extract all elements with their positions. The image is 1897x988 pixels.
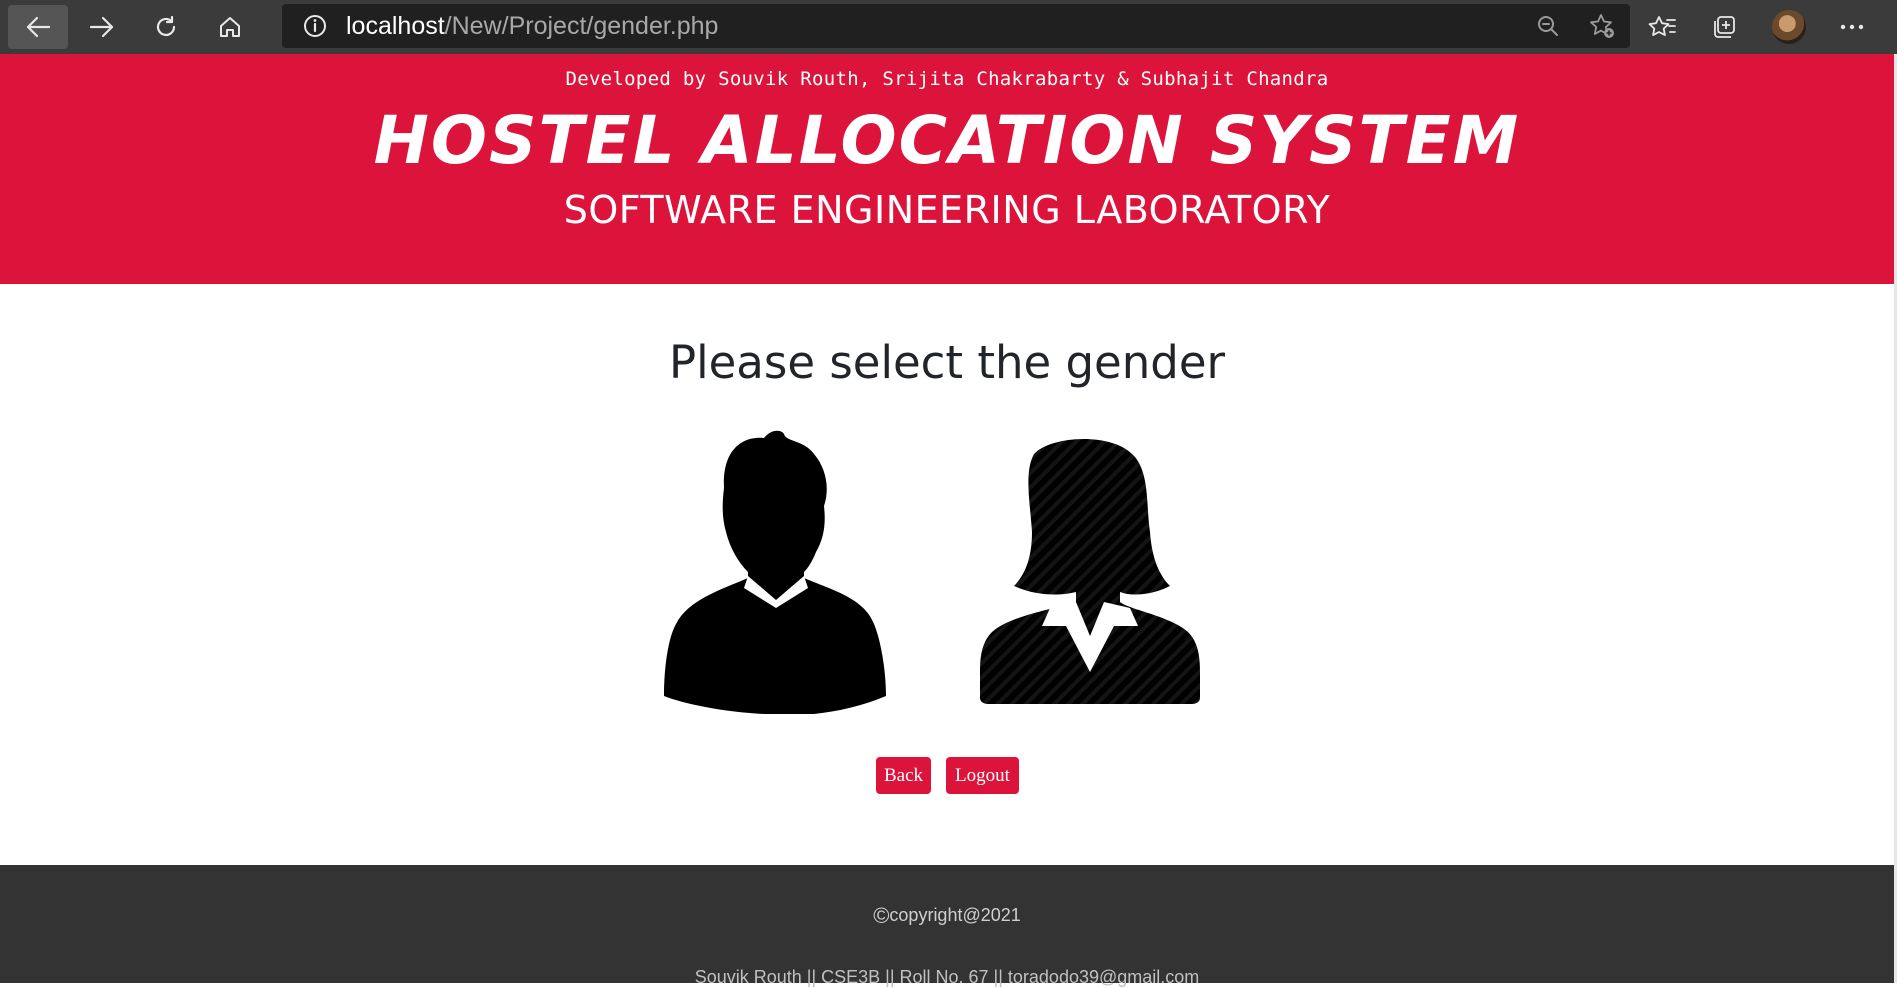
zoom-out-icon[interactable] [1536,14,1560,38]
forward-arrow-icon [89,16,114,38]
back-navigation-button[interactable] [8,5,68,49]
refresh-button[interactable] [136,5,196,49]
site-footer: ©copyright@2021 Souvik Routh || CSE3B ||… [0,865,1894,987]
forward-navigation-button[interactable] [72,5,132,49]
address-bar[interactable]: localhost/New/Project/gender.php [282,4,1630,48]
site-subtitle: SOFTWARE ENGINEERING LABORATORY [563,188,1331,232]
home-button[interactable] [200,5,260,49]
info-icon[interactable] [302,13,328,39]
back-button[interactable]: Back [876,757,931,794]
logout-button[interactable]: Logout [946,757,1019,794]
home-icon [220,17,240,37]
favorites-icon[interactable] [1648,14,1676,40]
profile-avatar[interactable] [1772,10,1806,44]
browser-toolbar: localhost/New/Project/gender.php [0,0,1897,54]
more-icon[interactable] [1840,23,1864,31]
page-heading: Please select the gender [668,336,1226,389]
copyright-text: ©copyright@2021 [0,903,1894,929]
male-silhouette-icon[interactable] [664,428,888,714]
site-header: Developed by Souvik Routh, Srijita Chakr… [0,54,1894,284]
url-host: localhost [346,11,445,40]
url-path: /New/Project/gender.php [444,11,719,40]
url-text[interactable]: localhost/New/Project/gender.php [346,12,718,41]
add-favorite-icon[interactable] [1588,12,1616,40]
site-title: HOSTEL ALLOCATION SYSTEM [373,102,1521,179]
back-arrow-icon [26,16,51,38]
copyright-symbol: © [873,903,890,928]
collections-icon[interactable] [1710,13,1738,41]
contact-info: Souvik Routh || CSE3B || Roll No. 67 || … [694,967,1200,987]
developer-credits: Developed by Souvik Routh, Srijita Chakr… [565,68,1329,90]
refresh-icon [156,15,176,36]
copyright-label: copyright@2021 [889,905,1021,925]
female-silhouette-icon[interactable] [980,436,1200,704]
